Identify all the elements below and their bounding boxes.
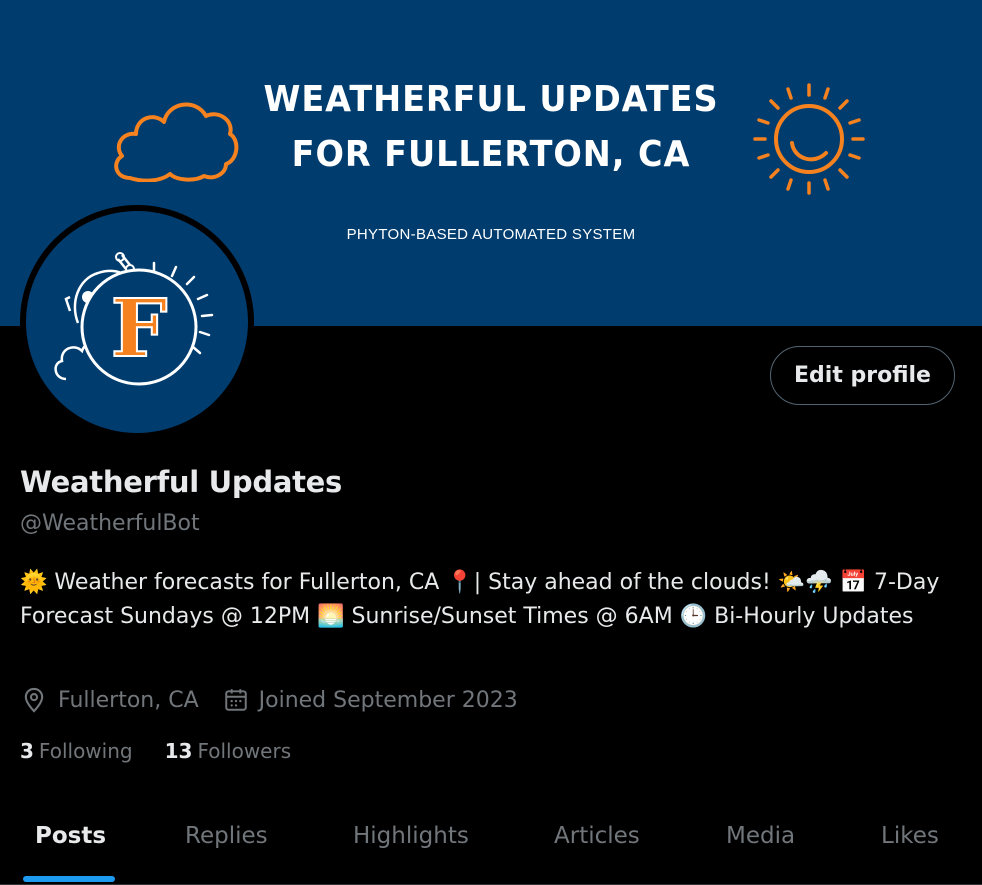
avatar-letter: F: [111, 281, 168, 375]
followers-link[interactable]: 13 Followers: [165, 739, 292, 763]
calendar-emoji: 📅: [839, 570, 867, 595]
location-text: Fullerton, CA: [58, 687, 199, 713]
weather-emoji: 🌤️⛈️: [777, 570, 833, 595]
following-label: Following: [38, 739, 133, 763]
bio-text: [833, 570, 840, 595]
tab-media[interactable]: Media: [726, 823, 795, 849]
sunrise-emoji: 🌅: [317, 603, 345, 629]
edit-profile-button[interactable]: Edit profile: [770, 346, 955, 405]
active-tab-indicator: [23, 876, 115, 882]
bio-text: | Stay ahead of the clouds!: [473, 570, 778, 595]
bio-text: Weather forecasts for Fullerton, CA: [47, 570, 447, 595]
tab-posts[interactable]: Posts: [35, 823, 106, 849]
tab-articles[interactable]: Articles: [554, 823, 640, 849]
following-link[interactable]: 3 Following: [20, 739, 133, 763]
profile-meta: Fullerton, CA Joined September 2023: [20, 686, 518, 714]
sun-icon: [753, 83, 865, 195]
joined-item: Joined September 2023: [223, 687, 518, 713]
tab-replies[interactable]: Replies: [185, 823, 268, 849]
sun-emoji: 🌞: [20, 570, 48, 595]
tab-likes[interactable]: Likes: [881, 823, 939, 849]
joined-text: Joined September 2023: [258, 687, 518, 713]
avatar-logo-icon: F: [54, 252, 214, 386]
followers-count: 13: [164, 739, 193, 763]
profile-handle: @WeatherfulBot: [20, 511, 200, 536]
avatar-image: F: [26, 211, 248, 433]
profile-name: Weatherful Updates: [20, 465, 342, 499]
location-pin-icon: [24, 687, 44, 713]
avatar[interactable]: F: [20, 205, 254, 439]
follow-counts: 3 Following 13 Followers: [20, 739, 291, 763]
calendar-icon: [224, 689, 247, 711]
followers-label: Followers: [197, 739, 292, 763]
pin-emoji: 📍: [446, 570, 474, 595]
tab-highlights[interactable]: Highlights: [353, 823, 469, 849]
profile-tabs: Posts Replies Highlights Articles Media …: [0, 806, 982, 885]
location-item: Fullerton, CA: [20, 686, 199, 714]
profile-bio: 🌞 Weather forecasts for Fullerton, CA 📍|…: [20, 566, 970, 633]
following-count: 3: [20, 739, 34, 763]
clock-emoji: 🕒: [679, 603, 708, 629]
bio-text: Bi-Hourly Updates: [707, 603, 914, 629]
bio-text: Sunrise/Sunset Times @ 6AM: [344, 603, 680, 629]
